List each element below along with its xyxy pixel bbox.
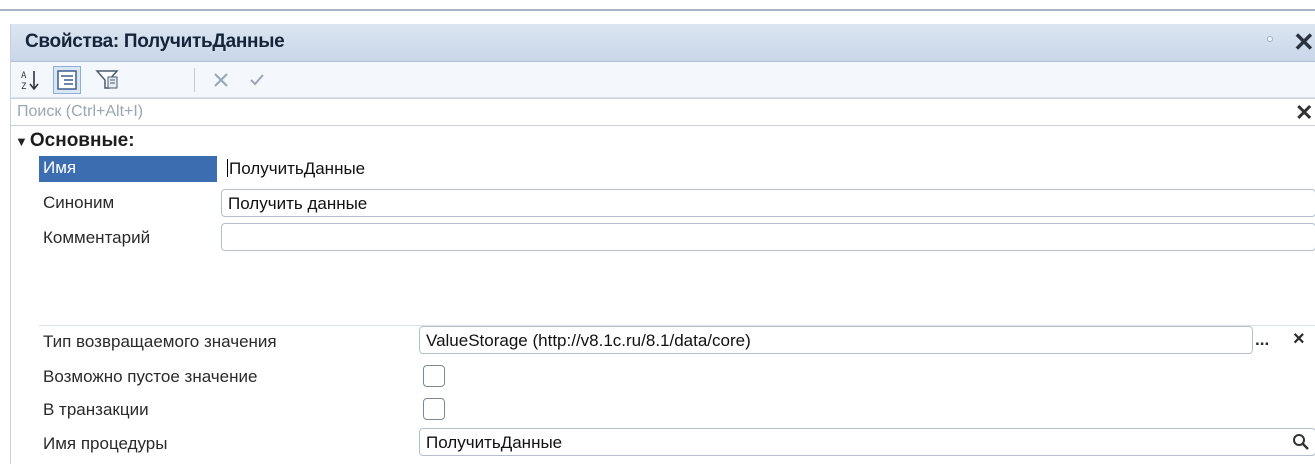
transaction-checkbox[interactable] xyxy=(423,398,445,420)
svg-text:Z: Z xyxy=(21,82,27,92)
toolbar: A Z xyxy=(11,62,1315,98)
synonym-label: Синоним xyxy=(43,193,115,212)
name-label: Имя xyxy=(39,156,217,182)
comment-label: Комментарий xyxy=(43,228,151,247)
sort-alphabetical-icon: A Z xyxy=(21,71,39,92)
search-box: ✕ xyxy=(11,98,1315,126)
panel-titlebar: Свойства: ПолучитьДанные ✕ xyxy=(11,24,1315,62)
group-label: Основные: xyxy=(29,130,135,151)
text-cursor xyxy=(227,159,228,177)
toolbar-separator xyxy=(194,68,195,92)
nullable-checkbox[interactable] xyxy=(423,365,445,387)
outer-window-edge xyxy=(0,0,1315,24)
filter-button[interactable] xyxy=(93,66,121,94)
procedure-field[interactable]: ПолучитьДанные xyxy=(419,428,1315,456)
return-type-label: Тип возвращаемого значения xyxy=(43,332,277,351)
procedure-value: ПолучитьДанные xyxy=(426,433,563,452)
name-field[interactable]: ПолучитьДанные xyxy=(221,155,1315,183)
delete-icon xyxy=(214,73,228,87)
group-categories-icon xyxy=(57,70,77,90)
clear-search-icon[interactable]: ✕ xyxy=(1295,100,1313,126)
group-categories-button[interactable] xyxy=(53,66,81,94)
return-type-field[interactable]: ValueStorage (http://v8.1c.ru/8.1/data/c… xyxy=(419,326,1253,354)
delete-button[interactable] xyxy=(207,66,235,94)
comment-field[interactable] xyxy=(221,223,1315,251)
outer-window-border xyxy=(0,9,1315,11)
pin-icon[interactable] xyxy=(1267,36,1273,42)
sort-alphabetical-button[interactable]: A Z xyxy=(17,66,45,94)
filter-icon xyxy=(95,70,119,89)
procedure-label: Имя процедуры xyxy=(43,434,168,453)
collapse-arrow-icon: ▼ xyxy=(15,134,28,149)
properties-panel: Свойства: ПолучитьДанные ✕ A Z Поиск (Ct… xyxy=(10,24,1315,464)
return-type-value: ValueStorage (http://v8.1c.ru/8.1/data/c… xyxy=(426,331,751,350)
group-header-main[interactable]: ▼ Основные: xyxy=(15,130,135,152)
search-icon[interactable] xyxy=(1291,432,1311,452)
synonym-field[interactable]: Получить данные xyxy=(221,189,1315,217)
check-icon xyxy=(250,74,264,86)
apply-button[interactable] xyxy=(243,66,271,94)
search-input[interactable] xyxy=(17,102,1277,122)
close-icon[interactable]: ✕ xyxy=(1293,27,1315,58)
choose-type-button[interactable]: ... xyxy=(1255,330,1269,350)
name-value: ПолучитьДанные xyxy=(229,159,366,178)
synonym-value: Получить данные xyxy=(228,194,368,213)
nullable-label: Возможно пустое значение xyxy=(43,367,258,386)
svg-text:A: A xyxy=(21,71,27,81)
transaction-label: В транзакции xyxy=(43,400,149,419)
panel-title: Свойства: ПолучитьДанные xyxy=(25,31,285,52)
clear-type-button[interactable]: × xyxy=(1293,328,1305,351)
